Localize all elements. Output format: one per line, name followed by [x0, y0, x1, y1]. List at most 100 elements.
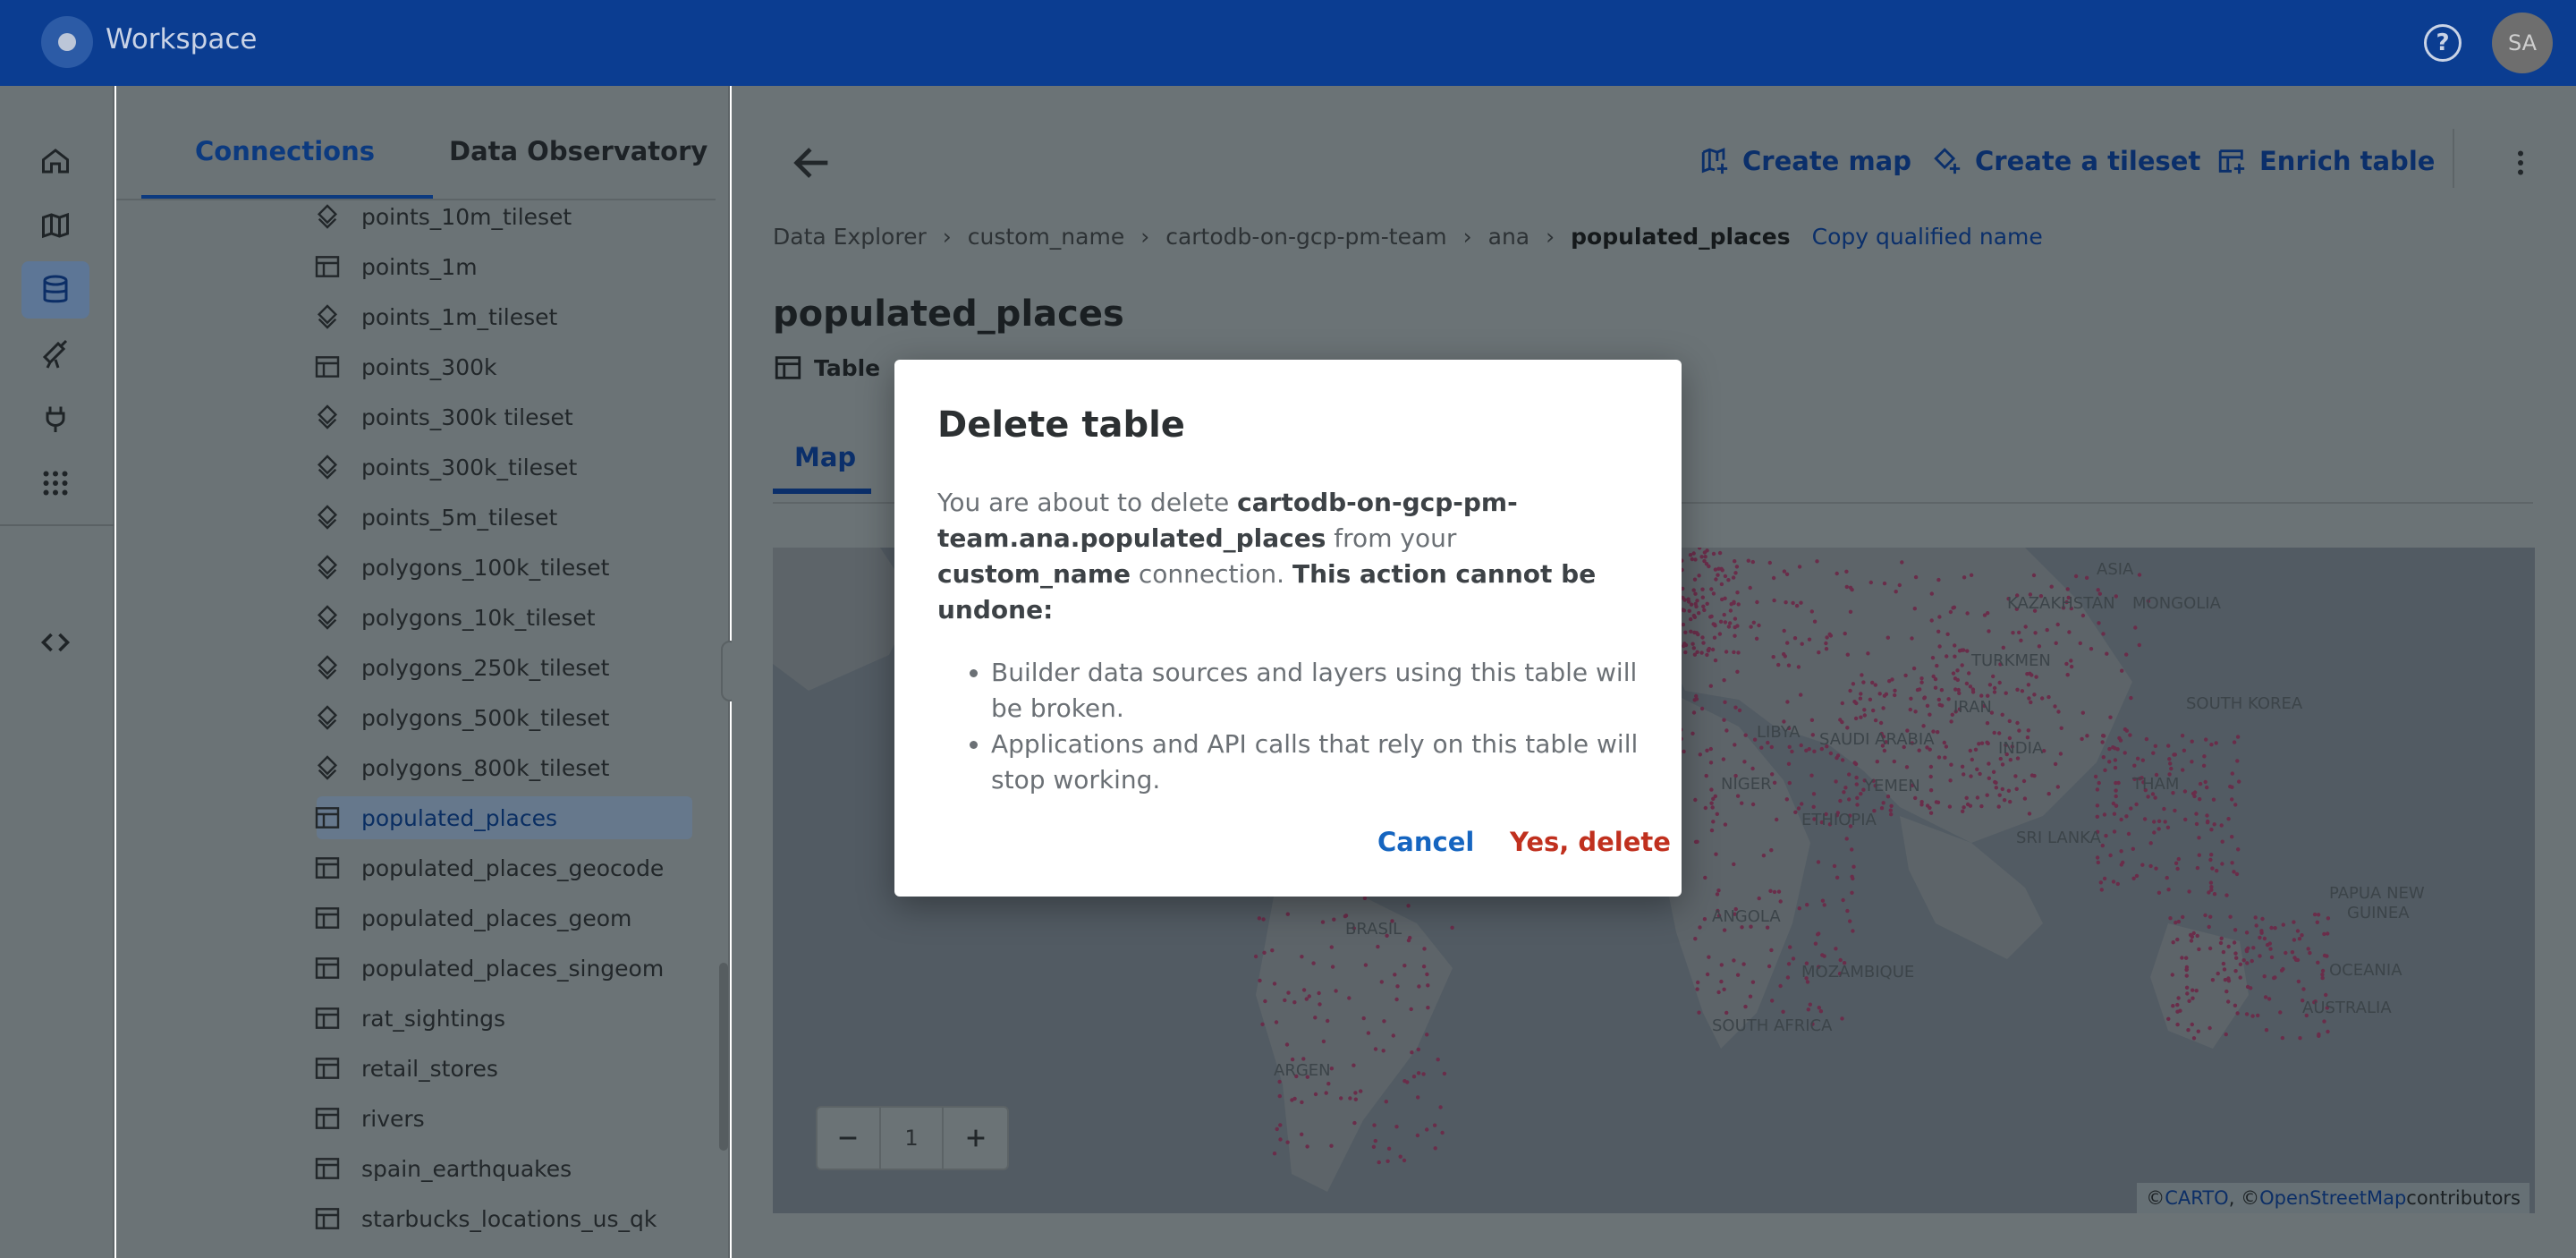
place-point	[1263, 999, 1267, 1004]
place-point	[1689, 629, 1693, 633]
tree-item[interactable]: points_300k	[315, 345, 692, 388]
tree-item[interactable]: points_5m_tileset	[317, 496, 692, 539]
tree-item[interactable]: retail_stores	[315, 1047, 692, 1090]
tree-item[interactable]: populated_places_geocode	[315, 846, 692, 889]
maps-icon[interactable]	[21, 197, 89, 254]
place-point	[1992, 690, 1997, 694]
tree-item[interactable]: points_1m	[315, 245, 692, 288]
place-point	[2306, 947, 2310, 951]
place-point	[1317, 990, 1321, 996]
place-point	[1873, 683, 1877, 687]
place-point	[2207, 1025, 2212, 1031]
place-point	[1885, 635, 1890, 640]
place-point	[2137, 642, 2141, 648]
tree-item[interactable]: points_300k_tileset	[317, 446, 692, 489]
tab-map[interactable]: Map	[794, 442, 856, 472]
tree-item[interactable]: polygons_800k_tileset	[317, 746, 692, 789]
copy-qualified-name-link[interactable]: Copy qualified name	[1812, 224, 2043, 250]
place-point	[1768, 888, 1773, 893]
place-point	[2114, 803, 2119, 808]
place-point	[2320, 968, 2326, 973]
breadcrumb-project[interactable]: cartodb-on-gcp-pm-team	[1165, 224, 1446, 250]
place-point	[1711, 820, 1716, 824]
place-point	[2184, 956, 2189, 960]
tree-item[interactable]: polygons_100k_tileset	[317, 546, 692, 589]
place-point	[2080, 613, 2086, 618]
place-point	[1903, 673, 1908, 678]
zoom-out-button[interactable]	[818, 1108, 881, 1169]
place-point	[2219, 823, 2224, 828]
developers-code-icon[interactable]	[21, 614, 89, 671]
place-point	[2027, 812, 2032, 816]
place-point	[1755, 599, 1759, 605]
place-point	[1810, 733, 1816, 737]
openstreetmap-link[interactable]: OpenStreetMap	[2259, 1187, 2406, 1209]
place-point	[1347, 996, 1352, 1000]
tab-data-observatory[interactable]: Data Observatory	[449, 136, 708, 166]
confirm-delete-button[interactable]: Yes, delete	[1510, 827, 1671, 857]
place-point	[2297, 937, 2302, 941]
place-point	[2326, 931, 2330, 936]
place-point	[2221, 949, 2226, 955]
create-map-button[interactable]: Create map	[1699, 140, 1911, 183]
zoom-in-button[interactable]	[944, 1108, 1007, 1169]
tree-item-label: populated_places_singeom	[361, 955, 665, 982]
tree-item[interactable]: points_10m_tileset	[317, 199, 692, 238]
enrich-table-button[interactable]: Enrich table	[2216, 140, 2435, 183]
place-point	[2095, 814, 2099, 819]
apps-grid-icon[interactable]	[21, 455, 89, 512]
tree-item[interactable]: polygons_250k_tileset	[317, 646, 692, 689]
carto-link[interactable]: CARTO	[2165, 1187, 2228, 1209]
place-point	[1937, 615, 1942, 619]
place-point	[2157, 827, 2161, 831]
place-point	[1968, 684, 1973, 689]
tree-item[interactable]: populated_places	[315, 796, 692, 839]
data-explorer-icon[interactable]	[21, 261, 89, 319]
svg-text:ARGEN: ARGEN	[1274, 1061, 1331, 1080]
place-point	[1329, 945, 1334, 949]
data-observatory-icon[interactable]	[21, 326, 89, 383]
user-avatar[interactable]: SA	[2492, 13, 2553, 73]
place-point	[2298, 1036, 2302, 1041]
table-icon	[313, 1154, 342, 1183]
tree-item[interactable]: spain_earthquakes	[315, 1147, 692, 1190]
carto-logo-icon[interactable]	[41, 16, 93, 68]
tree-item[interactable]: points_300k tileset	[317, 395, 692, 438]
back-arrow-icon[interactable]	[789, 140, 835, 186]
place-point	[2135, 756, 2140, 761]
breadcrumb-connection[interactable]: custom_name	[968, 224, 1124, 250]
tree-item[interactable]: polygons_10k_tileset	[317, 596, 692, 639]
cancel-button[interactable]: Cancel	[1377, 827, 1474, 857]
help-icon[interactable]: ?	[2424, 24, 2462, 62]
place-point	[2163, 820, 2167, 824]
place-point	[2183, 817, 2188, 822]
tree-item[interactable]: rivers	[315, 1097, 692, 1140]
tab-connections[interactable]: Connections	[195, 136, 375, 166]
connections-icon[interactable]	[21, 390, 89, 447]
more-options-icon[interactable]	[2504, 143, 2537, 183]
breadcrumb-data-explorer[interactable]: Data Explorer	[773, 224, 927, 250]
place-point	[1701, 604, 1706, 608]
place-point	[1844, 584, 1849, 590]
tree-item[interactable]: starbucks_locations_us_qk	[315, 1197, 692, 1240]
tree-item[interactable]: populated_places_geom	[315, 897, 692, 939]
place-point	[2034, 675, 2038, 679]
tree-item[interactable]: polygons_500k_tileset	[317, 696, 692, 739]
place-point	[2131, 876, 2136, 880]
place-point	[2168, 916, 2173, 921]
place-point	[2269, 955, 2275, 960]
place-point	[2241, 958, 2246, 963]
place-point	[1696, 980, 1700, 985]
place-point	[2140, 758, 2145, 762]
tree-item[interactable]: rat_sightings	[315, 997, 692, 1040]
home-icon[interactable]	[21, 132, 89, 190]
place-point	[2262, 936, 2267, 941]
tree-item[interactable]: populated_places_singeom	[315, 947, 692, 990]
create-tileset-button[interactable]: Create a tileset	[1932, 140, 2200, 183]
sidebar-scrollbar[interactable]	[719, 963, 728, 1151]
place-point	[2112, 812, 2117, 816]
place-point	[2233, 928, 2238, 932]
tree-item[interactable]: points_1m_tileset	[317, 295, 692, 338]
breadcrumb-dataset[interactable]: ana	[1488, 224, 1530, 250]
place-point	[1797, 565, 1802, 569]
